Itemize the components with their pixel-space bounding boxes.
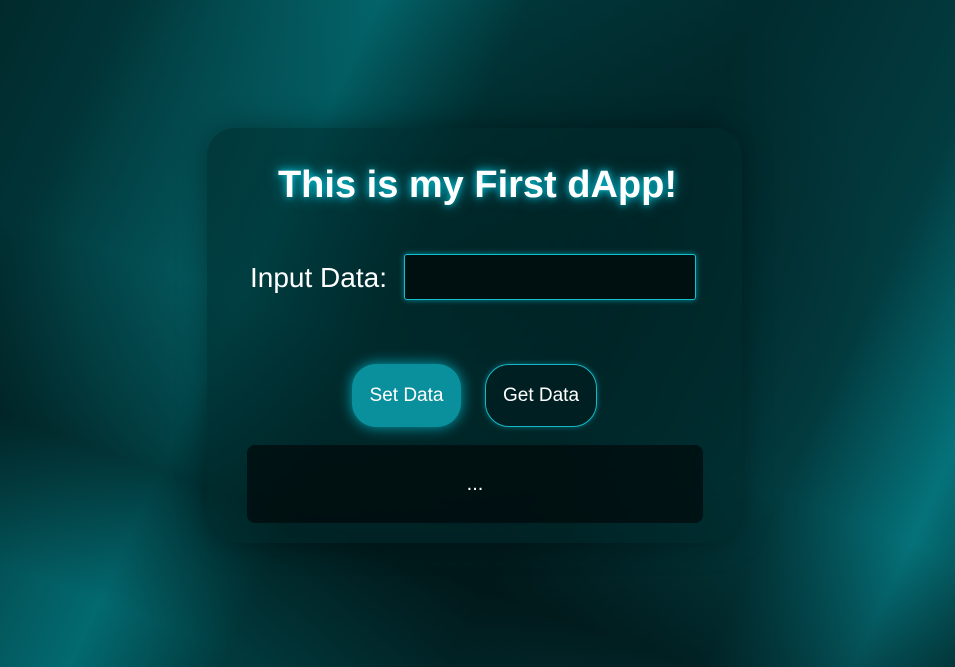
page-title: This is my First dApp! bbox=[277, 164, 678, 206]
input-data-label: Input Data: bbox=[250, 262, 387, 293]
output-text: ... bbox=[466, 472, 484, 495]
get-data-button[interactable]: Get Data bbox=[485, 364, 597, 427]
set-data-button[interactable]: Set Data bbox=[352, 364, 461, 427]
output-display: ... bbox=[247, 445, 703, 523]
input-data-field[interactable] bbox=[404, 254, 696, 300]
